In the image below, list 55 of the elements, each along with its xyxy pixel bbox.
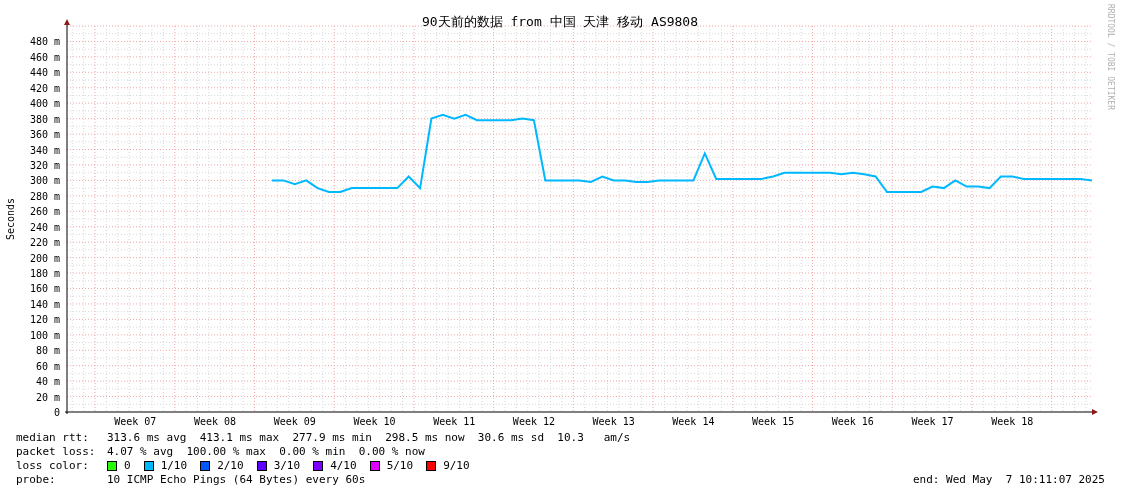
axis-label: 300 m <box>29 175 60 187</box>
legend-label: median rtt: <box>16 431 90 445</box>
legend-value: 3/10 <box>273 459 301 473</box>
axis-label: 140 m <box>29 298 60 310</box>
axis-label: Week 17 <box>911 416 954 427</box>
legend-value: 4.07 % avg 100.00 % max 0.00 % min 0.00 % now <box>107 445 425 459</box>
axis-label: 340 m <box>29 144 60 156</box>
axis-label: 60 m <box>35 360 60 372</box>
axis-label: 320 m <box>29 159 60 171</box>
legend-value: 1/10 <box>160 459 188 473</box>
axis-label: 360 m <box>29 129 60 141</box>
axis-label: Week 09 <box>273 416 316 427</box>
legend-label: packet loss: <box>16 445 97 459</box>
axis-label: Week 14 <box>672 416 715 427</box>
axis-label: 260 m <box>29 206 60 218</box>
axis-label: Week 07 <box>114 416 157 427</box>
legend-value: 313.6 ms avg 413.1 ms max 277.9 ms min 298.5 ms now 30.6 ms sd 10.3 am/s <box>107 431 631 445</box>
axis-label: Week 18 <box>991 416 1034 427</box>
axis-label: 220 m <box>29 237 60 249</box>
axis-label: 400 m <box>29 98 60 110</box>
legend-value: 9/10 <box>443 459 470 473</box>
axis-label: 100 m <box>29 329 60 341</box>
axis-label: 440 m <box>29 67 60 79</box>
legend-value: 5/10 <box>386 459 414 473</box>
axis-label: 280 m <box>29 190 60 202</box>
axis-label: Week 13 <box>592 416 635 427</box>
legend-label: probe: <box>16 473 57 487</box>
legend-value: 10 ICMP Echo Pings (64 Bytes) every 60s <box>107 473 366 487</box>
axis-title: Seconds <box>5 197 16 241</box>
legend-value: 4/10 <box>330 459 357 473</box>
chart-title: 90天前的数据 from 中国 天津 移动 AS9808 <box>421 14 699 29</box>
axis-label: Week 11 <box>433 416 476 427</box>
end-time: end: Wed May 7 10:11:07 2025 <box>912 473 1105 487</box>
axis-label: Week 10 <box>353 416 396 427</box>
axis-label: Week 12 <box>512 416 555 427</box>
axis-label: 120 m <box>29 314 60 326</box>
axis-label: 480 m <box>29 36 60 48</box>
axis-label: Week 08 <box>194 416 237 427</box>
axis-label: 200 m <box>29 252 60 264</box>
axis-label: 420 m <box>29 82 60 94</box>
axis-label: 0 <box>53 407 60 418</box>
axis-label: 460 m <box>29 51 60 63</box>
axis-label: 80 m <box>35 345 60 357</box>
axis-label: 380 m <box>29 113 60 125</box>
side-credit: RRDTOOL / TOBI OETIKER <box>1106 4 1115 110</box>
axis-label: 160 m <box>29 283 60 295</box>
axis-label: Week 16 <box>831 416 874 427</box>
axis-label: 180 m <box>29 268 60 280</box>
legend-value: 0 <box>124 459 131 473</box>
legend-value: 2/10 <box>217 459 244 473</box>
axis-label: 20 m <box>35 391 60 403</box>
axis-label: Week 15 <box>752 416 795 427</box>
axis-label: 240 m <box>29 221 60 233</box>
axis-label: 40 m <box>35 376 60 388</box>
legend-label: loss color: <box>16 459 90 473</box>
